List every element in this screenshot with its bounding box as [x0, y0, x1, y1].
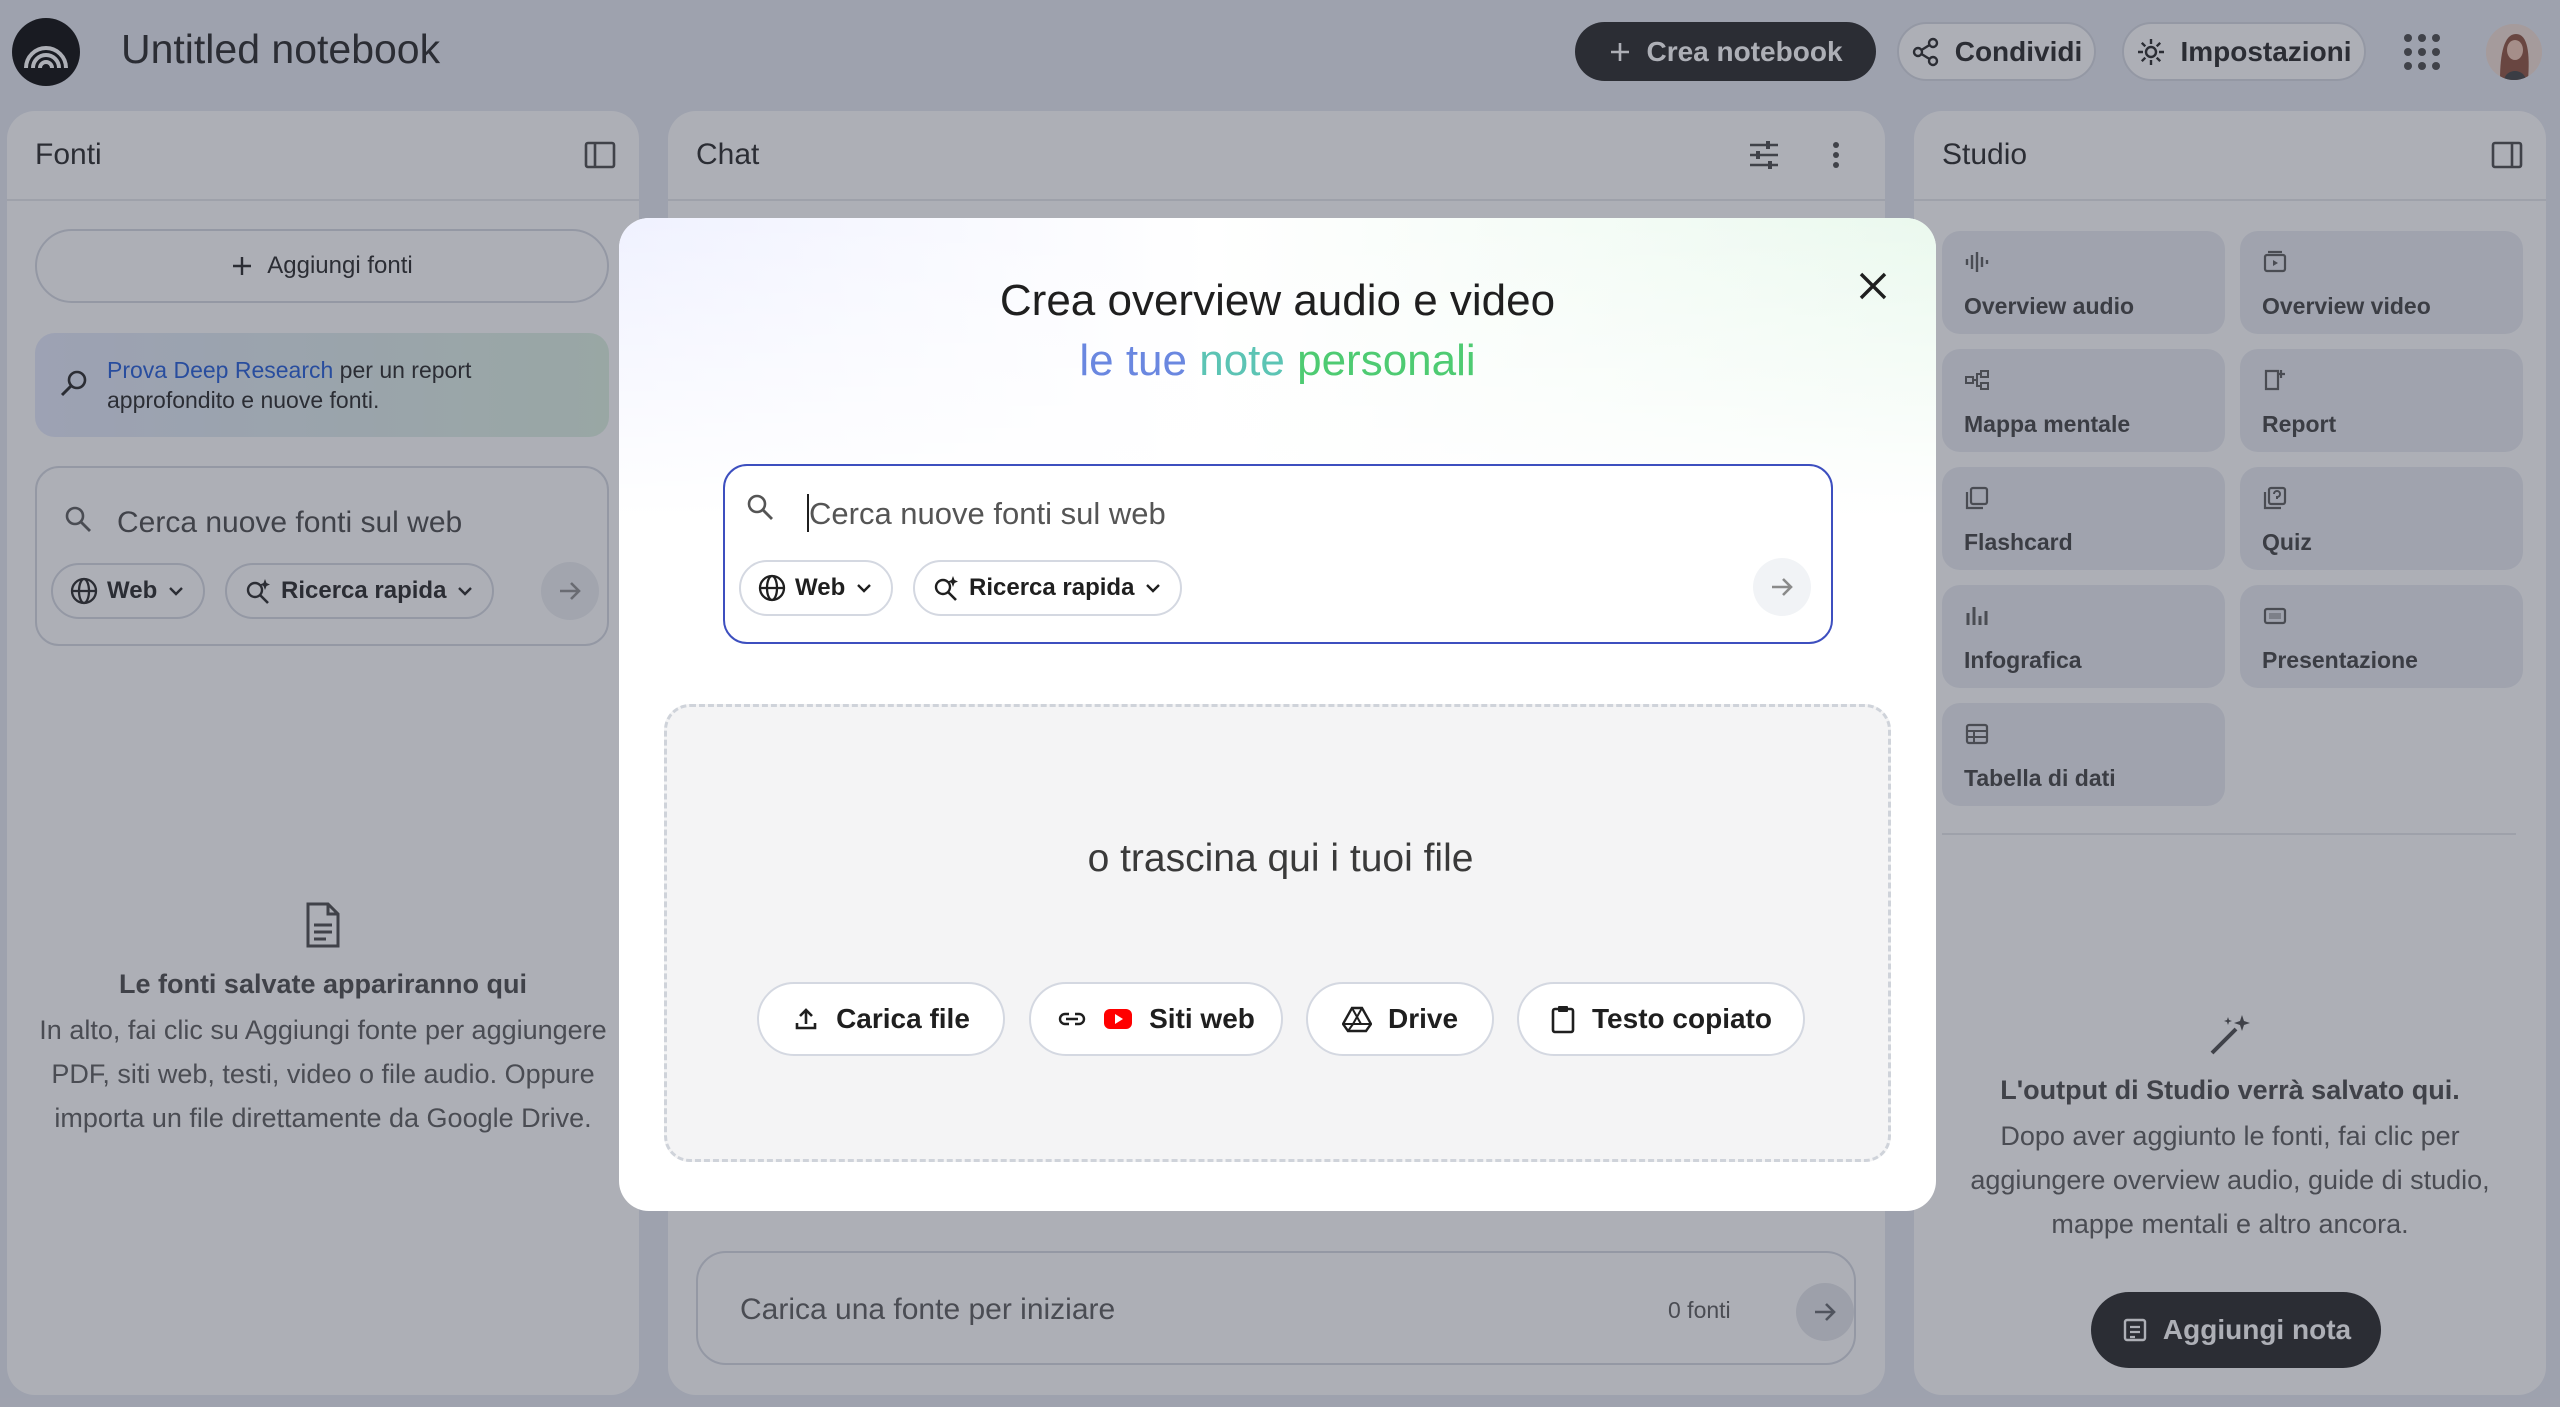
paste-text-label: Testo copiato — [1592, 1003, 1772, 1034]
globe-icon — [758, 574, 786, 602]
chevron-down-icon — [857, 584, 872, 593]
chevron-down-icon — [1146, 584, 1161, 593]
drive-button[interactable]: Drive — [1306, 982, 1494, 1056]
upload-icon — [795, 1008, 817, 1030]
dialog-search-box: Cerca nuove fonti sul web Web Ricerca ra… — [723, 464, 1833, 644]
drop-zone-text: o trascina qui i tuoi file — [1087, 837, 1474, 880]
clipboard-icon — [1551, 1006, 1575, 1034]
sparkle-search-icon — [934, 576, 958, 601]
text-caret — [807, 494, 809, 532]
file-drop-zone[interactable]: o trascina qui i tuoi file Carica file S… — [664, 704, 1891, 1162]
add-sources-dialog: Crea overview audio e video le tue note … — [619, 218, 1936, 1211]
websites-button[interactable]: Siti web — [1029, 982, 1283, 1056]
arrow-right-icon — [1772, 578, 1793, 596]
drive-icon — [1341, 1006, 1372, 1033]
dialog-title: Crea overview audio e video — [999, 276, 1556, 325]
link-icon — [1058, 1012, 1086, 1026]
research-chip-label: Ricerca rapida — [969, 574, 1135, 601]
submit-search-button[interactable] — [1753, 558, 1811, 616]
search-icon — [743, 490, 777, 524]
research-mode-chip[interactable]: Ricerca rapida — [913, 560, 1183, 616]
paste-text-button[interactable]: Testo copiato — [1517, 982, 1805, 1056]
upload-file-button[interactable]: Carica file — [757, 982, 1005, 1056]
web-chip[interactable]: Web — [739, 560, 894, 616]
web-chip-label: Web — [795, 574, 846, 601]
drive-label: Drive — [1387, 1003, 1459, 1034]
youtube-icon — [1104, 1009, 1133, 1029]
dialog-search-input[interactable]: Cerca nuove fonti sul web — [809, 496, 1166, 532]
websites-label: Siti web — [1149, 1003, 1255, 1034]
dialog-subtitle: le tue note personali — [1079, 336, 1476, 385]
upload-file-label: Carica file — [836, 1003, 970, 1034]
